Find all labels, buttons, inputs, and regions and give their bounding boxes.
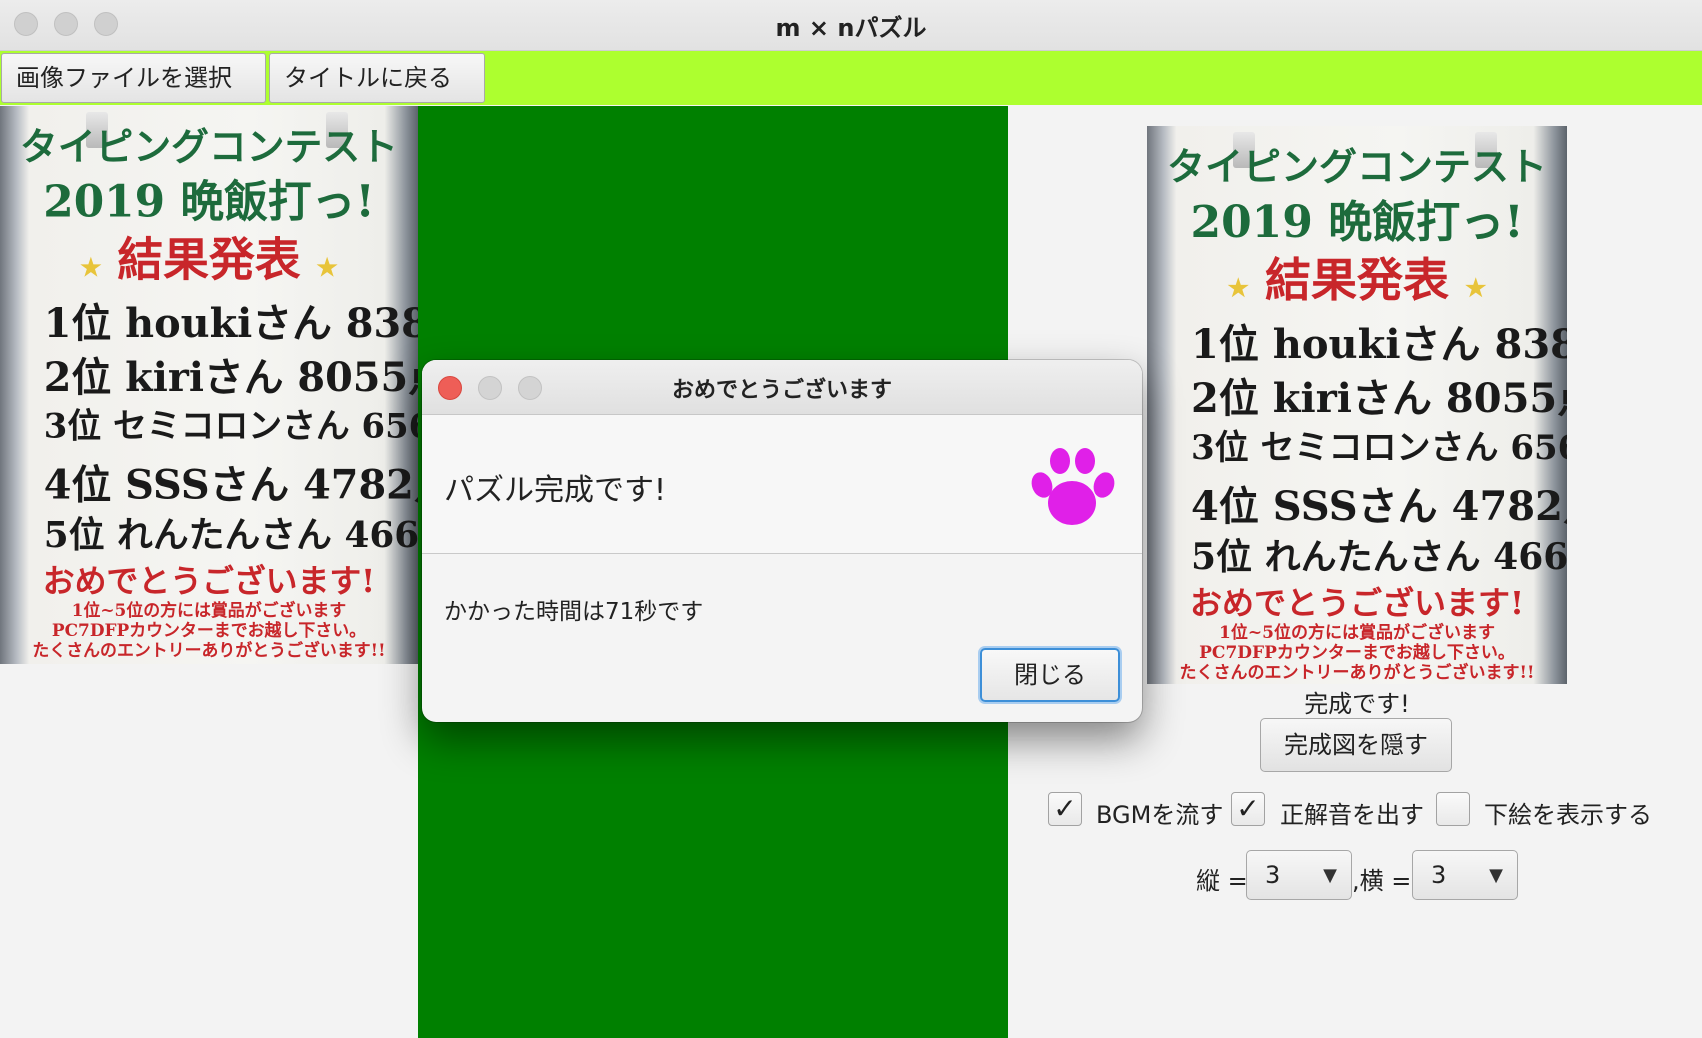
poster-rank-row: 4位 SSSさん 4782点 [1191,483,1567,530]
poster-heading: タイピングコンテスト [1166,144,1547,189]
star-icon: ★ [1465,273,1487,302]
select-image-button[interactable]: 画像ファイルを選択 [1,53,266,103]
poster-results-title: ★ 結果発表 ★ [80,232,338,287]
dialog-titlebar: おめでとうございます [422,360,1142,415]
poster-heading: タイピングコンテスト [19,123,398,169]
cols-label: ,横 = [1352,867,1412,895]
poster-note: たくさんのエントリーありがとうございます!! [32,640,386,661]
hide-preview-button[interactable]: 完成図を隠す [1260,718,1452,772]
cols-select[interactable]: 3 ▼ [1412,850,1518,900]
rows-label: 縦 = [1196,867,1248,895]
window-title: m × nパズル [775,14,927,42]
star-icon: ★ [316,252,338,282]
poster-rank-row: 2位 kiriさん 8055点 [1191,375,1567,422]
rows-value: 3 [1265,861,1281,889]
poster-rank-row: 5位 れんたんさん 4662点 [1191,536,1567,578]
poster-rank-row: 1位 houkiさん 8385点 [43,300,418,348]
dialog-close-action-button[interactable]: 閉じる [980,648,1120,702]
correct-sound-label: 正解音を出す [1280,801,1424,829]
back-to-title-button[interactable]: タイトルに戻る [269,53,485,103]
poster-note: たくさんのエントリーありがとうございます!! [1179,663,1535,683]
window-titlebar: m × nパズル [0,0,1702,51]
bgm-checkbox[interactable]: ✓ [1048,792,1082,826]
underlay-checkbox[interactable] [1436,792,1470,826]
star-icon: ★ [80,252,102,282]
poster-content: タイピングコンテスト 2019 晩飯打っ! ★ 結果発表 ★ 1位 houkiさ… [0,106,418,664]
toolbar: 画像ファイルを選択 タイトルに戻る [0,51,1702,105]
poster-rank-row: 5位 れんたんさん 4662点 [43,514,418,557]
paw-icon [1031,448,1115,525]
chevron-down-icon: ▼ [1323,865,1337,886]
bgm-label: BGMを流す [1096,801,1224,829]
completion-dialog: おめでとうございます パズル完成です! かかった時間は71秒です 閉じる [422,360,1142,722]
dialog-header-area: パズル完成です! [422,415,1142,554]
poster-rank-row: 4位 SSSさん 4782点 [43,461,418,509]
poster-rank-row: 3位 セミコロンさん 6564点 [43,406,418,447]
cols-value: 3 [1431,861,1447,889]
dialog-message: かかった時間は71秒です [444,599,704,625]
chevron-down-icon: ▼ [1489,865,1503,886]
poster-rank-row: 3位 セミコロンさん 6564点 [1191,428,1567,468]
underlay-label: 下絵を表示する [1484,801,1652,829]
complete-label: 完成です! [1304,690,1410,718]
rows-select[interactable]: 3 ▼ [1246,850,1352,900]
poster-rank-row: 1位 houkiさん 8385点 [1191,321,1567,368]
dialog-title: おめでとうございます [671,378,892,403]
dialog-header: パズル完成です! [444,473,667,508]
poster-rank-row: 2位 kiriさん 8055点 [43,354,418,401]
poster-results-title: ★ 結果発表 ★ [1227,253,1487,307]
poster-subheading: 2019 晩飯打っ! [1190,197,1524,248]
preview-image: タイピングコンテスト 2019 晩飯打っ! ★ 結果発表 ★ 1位 houkiさ… [1147,126,1567,684]
star-icon: ★ [1227,273,1249,302]
poster-subheading: 2019 晩飯打っ! [43,176,375,228]
poster-content: タイピングコンテスト 2019 晩飯打っ! ★ 結果発表 ★ 1位 houkiさ… [1147,126,1567,684]
correct-sound-checkbox[interactable]: ✓ [1231,792,1265,826]
source-image: タイピングコンテスト 2019 晩飯打っ! ★ 結果発表 ★ 1位 houkiさ… [0,106,418,664]
